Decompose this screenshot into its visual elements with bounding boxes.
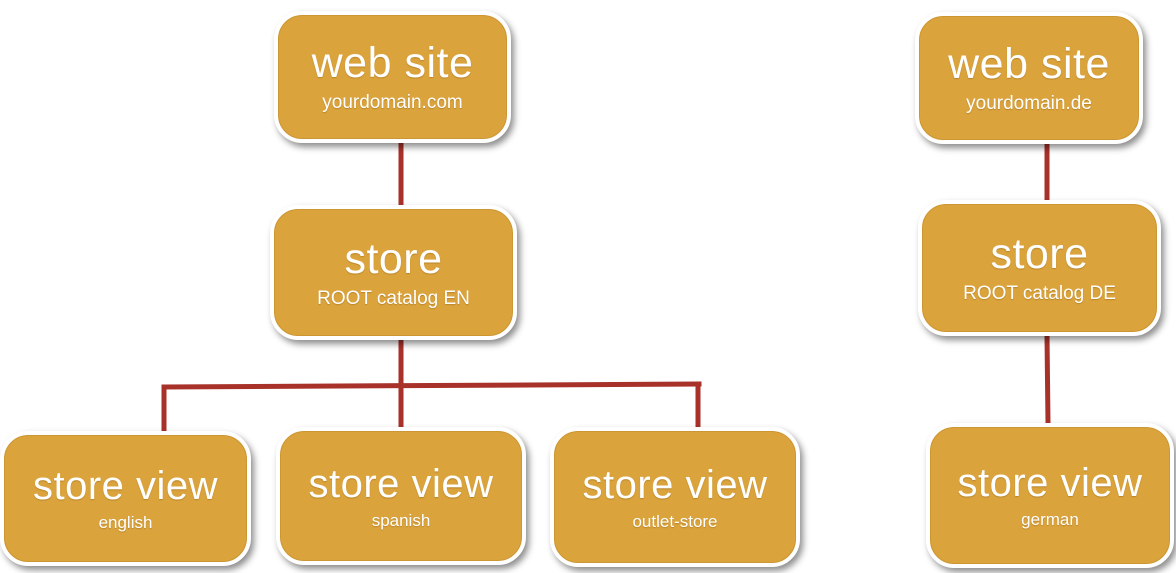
store-hierarchy-diagram: web site yourdomain.com store ROOT catal…	[0, 0, 1176, 573]
store-view-title: store view	[308, 461, 494, 506]
store-view-title: store view	[32, 464, 219, 508]
store-node-en: store ROOT catalog EN	[270, 205, 517, 340]
website-node-en: web site yourdomain.com	[274, 11, 511, 143]
connector-store-storeview-de	[1044, 333, 1051, 426]
website-title-en: web site	[311, 39, 474, 87]
store-view-node-english: store view english	[0, 431, 251, 566]
store-view-title: store view	[957, 461, 1143, 505]
website-node-de: web site yourdomain.de	[915, 12, 1143, 144]
store-title-de: store	[990, 230, 1089, 278]
store-view-node-spanish: store view spanish	[276, 427, 526, 565]
store-view-title: store view	[582, 462, 768, 507]
store-view-name: outlet-store	[632, 511, 718, 531]
store-view-node-german: store view german	[926, 423, 1174, 568]
store-view-name: spanish	[371, 510, 431, 530]
store-title-en: store	[344, 234, 443, 283]
connector-branch-bar-en	[161, 381, 702, 390]
store-catalog-en: ROOT catalog EN	[317, 287, 470, 309]
store-catalog-de: ROOT catalog DE	[963, 283, 1116, 304]
website-domain-de: yourdomain.de	[966, 93, 1092, 114]
website-title-de: web site	[948, 40, 1110, 88]
store-node-de: store ROOT catalog DE	[918, 200, 1161, 336]
store-view-node-outlet-store: store view outlet-store	[550, 427, 800, 567]
website-domain-en: yourdomain.com	[322, 92, 463, 113]
store-view-name: english	[98, 513, 153, 532]
store-view-name: german	[1021, 510, 1079, 529]
